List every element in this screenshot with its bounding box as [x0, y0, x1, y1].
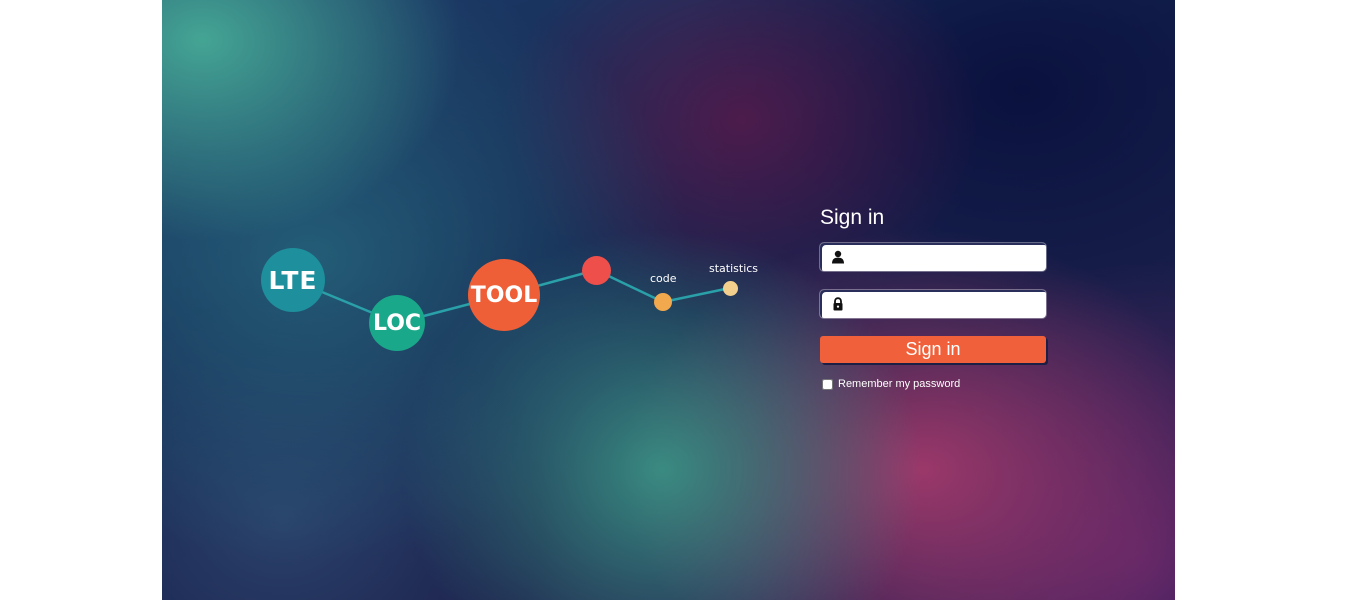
remember-password-option[interactable]: Remember my password — [820, 377, 1048, 391]
logo-node-lte: LTE — [261, 248, 325, 312]
logo-dot-statistics — [723, 281, 738, 296]
username-input[interactable] — [850, 246, 1036, 268]
remember-password-label: Remember my password — [838, 378, 961, 390]
logo-label-statistics: statistics — [709, 262, 759, 275]
logo-label-code: code — [650, 272, 677, 285]
logo-node-tool: TOOL — [468, 259, 540, 331]
username-field[interactable] — [820, 243, 1046, 271]
sign-in-form: Sign in Sign in Remember my password — [820, 204, 1048, 391]
sign-in-title: Sign in — [820, 206, 885, 229]
lock-icon — [833, 297, 843, 311]
password-field[interactable] — [820, 290, 1046, 318]
sign-in-button[interactable]: Sign in — [820, 336, 1046, 363]
logo-node-loc: LOC — [369, 295, 425, 351]
logo-dot-code — [654, 293, 672, 311]
logo-dot-red — [582, 256, 611, 285]
login-page: LTE LOC TOOL code statistics Sign in Sig… — [162, 0, 1175, 600]
password-input[interactable] — [850, 293, 1036, 315]
user-icon — [832, 250, 844, 264]
remember-password-checkbox[interactable] — [822, 378, 833, 390]
